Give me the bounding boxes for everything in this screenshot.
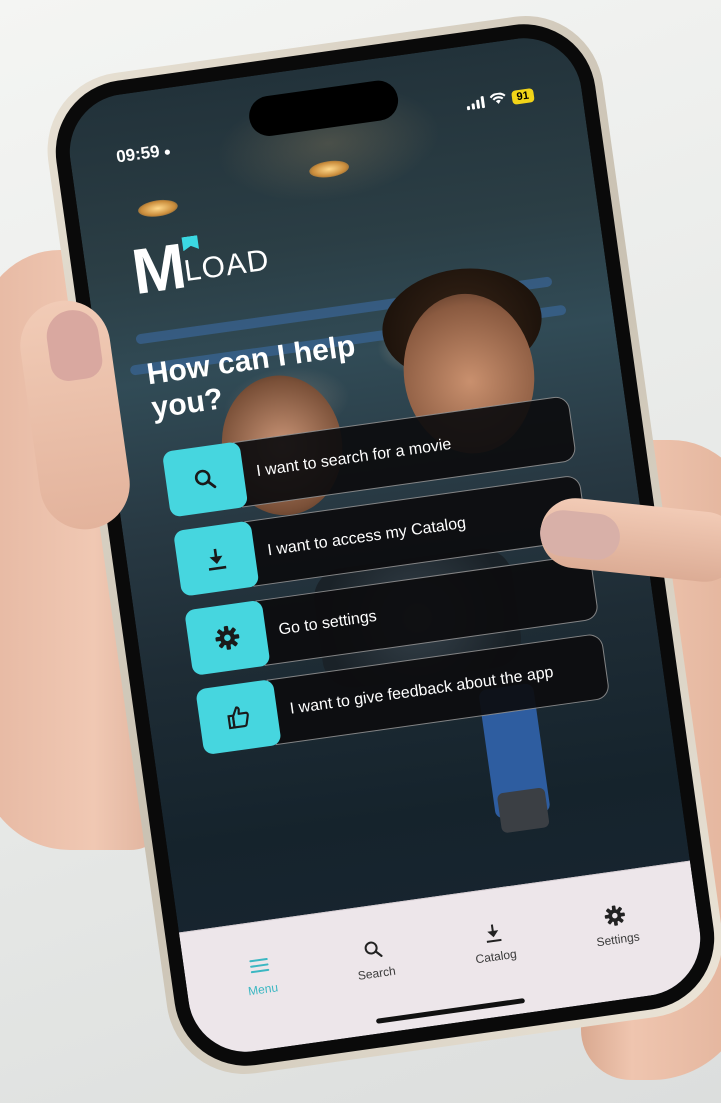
dynamic-island — [246, 78, 401, 139]
tab-settings[interactable]: Settings — [592, 901, 641, 949]
wifi-icon — [489, 91, 507, 109]
status-indicators: 91 — [465, 87, 535, 112]
ceiling-light — [308, 158, 351, 180]
menu-icon — [249, 957, 270, 973]
bookmark-icon — [182, 235, 200, 251]
gear-icon — [215, 625, 240, 650]
tab-catalog[interactable]: Catalog — [471, 919, 518, 966]
search-icon — [364, 940, 383, 957]
tab-search[interactable]: Search — [353, 936, 397, 983]
battery-badge: 91 — [510, 87, 535, 105]
option-icon-box — [161, 441, 249, 518]
gear-icon — [604, 905, 625, 926]
logo-load-text: LOAD — [182, 243, 272, 289]
signal-icon — [465, 95, 485, 111]
tab-label: Menu — [247, 979, 279, 998]
download-icon — [208, 548, 227, 571]
option-icon-box — [184, 599, 271, 676]
ceiling-light — [137, 197, 179, 220]
page-title: How can I help you? — [144, 329, 358, 425]
seatbelt-buckle — [496, 787, 550, 834]
status-time-text: 09:59 — [115, 141, 161, 167]
tab-label: Settings — [595, 928, 641, 949]
search-icon — [194, 469, 217, 489]
person-icon: ● — [162, 144, 172, 159]
option-icon-box — [195, 678, 282, 756]
status-time: 09:59 ● — [115, 140, 172, 167]
download-icon — [486, 923, 502, 943]
tab-label: Catalog — [474, 946, 518, 966]
option-icon-box — [173, 520, 260, 597]
photo-scene: 09:59 ● 91 M LOAD How can I help you? I … — [0, 0, 721, 1103]
logo-load: LOAD — [182, 244, 272, 290]
logo-m: M — [127, 229, 187, 309]
app-logo: M LOAD — [127, 226, 272, 309]
tab-label: Search — [356, 963, 397, 983]
tab-menu[interactable]: Menu — [243, 952, 279, 998]
thumbs-up-icon — [227, 706, 249, 730]
option-list: I want to search for a movie I want to a… — [161, 395, 613, 769]
